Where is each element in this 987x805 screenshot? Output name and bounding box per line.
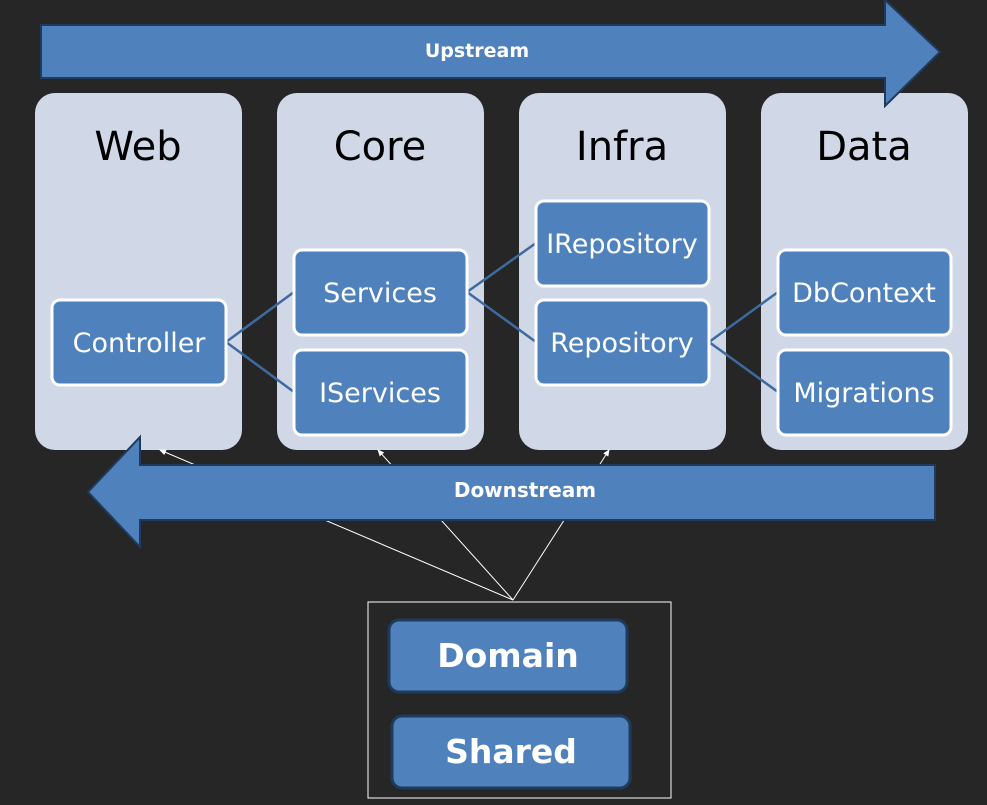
column-title-infra: Infra <box>576 124 668 170</box>
upstream-label: Upstream <box>425 40 529 62</box>
label-repository: Repository <box>550 328 694 359</box>
architecture-diagram: Web Core Infra Data Controller Services … <box>35 0 968 799</box>
column-title-web: Web <box>94 124 181 170</box>
column-title-core: Core <box>334 124 427 170</box>
label-migrations: Migrations <box>793 378 934 409</box>
label-dbcontext: DbContext <box>792 278 936 309</box>
label-services: Services <box>323 278 437 309</box>
label-iservices: IServices <box>319 378 441 409</box>
label-irepository: IRepository <box>546 229 698 260</box>
label-shared: Shared <box>445 732 577 771</box>
label-controller: Controller <box>73 328 207 359</box>
label-domain: Domain <box>437 636 579 675</box>
column-title-data: Data <box>816 124 912 170</box>
downstream-label: Downstream <box>454 478 596 502</box>
